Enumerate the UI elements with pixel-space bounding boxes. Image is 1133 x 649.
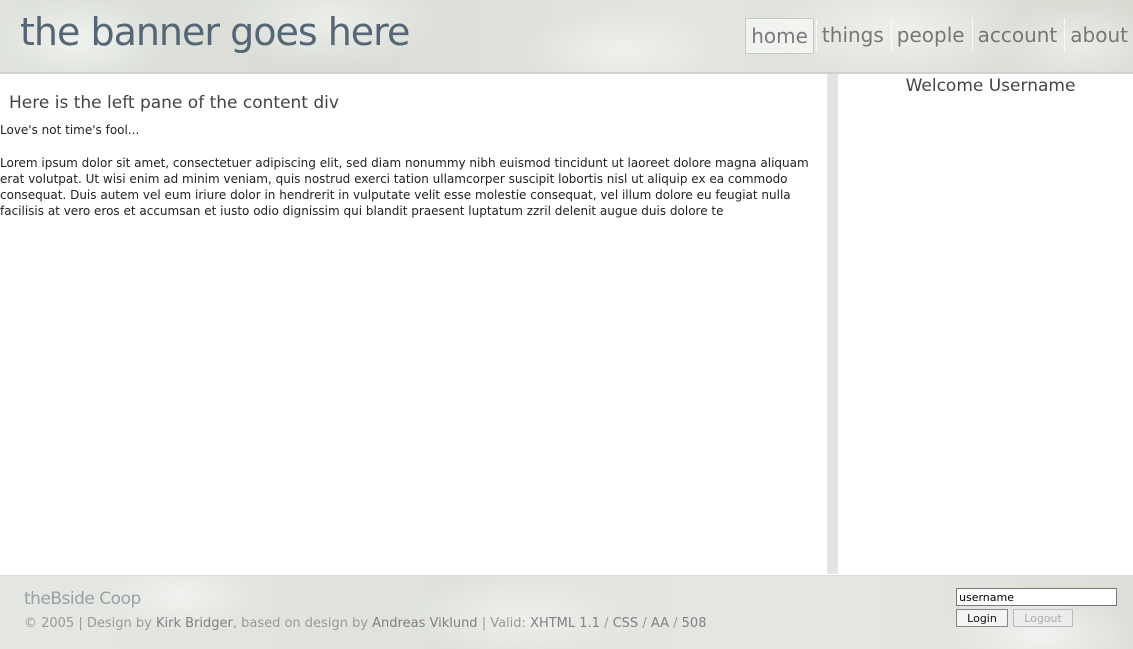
aa-link[interactable]: AA: [651, 616, 669, 631]
nav-things[interactable]: things: [815, 18, 889, 52]
nav-people[interactable]: people: [890, 18, 970, 52]
welcome-message: Welcome Username: [905, 76, 1076, 96]
footer-credits: © 2005 | Design by Kirk Bridger, based o…: [24, 616, 706, 631]
footer-coop-name: theBside Coop: [24, 589, 141, 609]
nav-about[interactable]: about: [1064, 18, 1133, 52]
banner-title: the banner goes here: [20, 10, 410, 54]
nav-home[interactable]: home: [745, 18, 814, 54]
footer: theBside Coop © 2005 | Design by Kirk Br…: [0, 575, 1133, 649]
valid-text: | Valid:: [477, 616, 531, 631]
section-508-link[interactable]: 508: [682, 616, 707, 631]
separator: /: [669, 616, 682, 631]
main-nav: home things people account about: [743, 18, 1133, 54]
right-pane: Welcome Username: [838, 74, 1133, 574]
copyright-text: © 2005 | Design by: [24, 616, 156, 631]
logout-button[interactable]: Logout: [1013, 609, 1073, 627]
separator: /: [599, 616, 613, 631]
designer-link[interactable]: Kirk Bridger: [156, 616, 233, 631]
css-link[interactable]: CSS: [613, 616, 639, 631]
based-on-text: , based on design by: [232, 616, 373, 631]
quote-text: Love's not time's fool...: [0, 123, 140, 137]
left-pane: Here is the left pane of the content div…: [0, 74, 826, 574]
pane-divider: [827, 74, 838, 574]
login-button[interactable]: Login: [956, 609, 1008, 627]
separator: /: [638, 616, 651, 631]
header: the banner goes here home things people …: [0, 0, 1133, 74]
username-input[interactable]: [956, 588, 1117, 606]
original-designer-link[interactable]: Andreas Viklund: [372, 616, 477, 631]
lorem-paragraph: Lorem ipsum dolor sit amet, consectetuer…: [0, 156, 809, 218]
left-pane-heading: Here is the left pane of the content div: [9, 93, 339, 113]
xhtml-link[interactable]: XHTML 1.1: [530, 616, 600, 631]
nav-account[interactable]: account: [971, 18, 1063, 52]
